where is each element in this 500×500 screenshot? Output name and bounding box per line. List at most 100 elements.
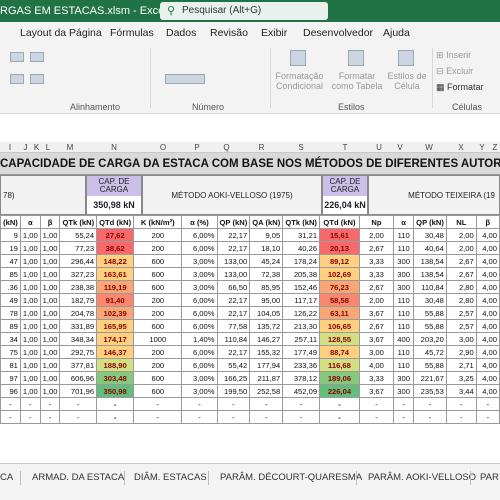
table-cell[interactable]: 95,00 [249,293,284,307]
table-cell[interactable]: 165,95 [96,319,135,333]
table-cell[interactable]: 110 [393,241,415,255]
table-cell[interactable]: - [249,410,284,424]
table-cell[interactable]: - [413,397,447,411]
table-cell[interactable]: 252,58 [249,384,284,398]
table-cell[interactable]: 89 [0,319,21,333]
table-cell[interactable]: - [393,397,415,411]
table-cell[interactable]: 331,89 [59,319,98,333]
table-cell[interactable]: 199,50 [216,384,251,398]
table-cell[interactable]: 1,40% [181,332,218,346]
table-cell[interactable]: 1,00 [39,280,61,294]
column-header[interactable]: S [280,143,322,152]
table-cell[interactable]: 200 [133,241,183,255]
table-cell[interactable]: 55,88 [413,358,447,372]
table-cell[interactable]: 1,00 [19,358,41,372]
tab-armad-estaca[interactable]: ARMAD. DA ESTACA [32,472,124,483]
table-cell[interactable]: 3,00% [181,254,218,268]
table-cell[interactable]: 303,48 [96,371,135,385]
table-cell[interactable]: 155,32 [249,345,284,359]
table-cell[interactable]: 4,00 [475,371,500,385]
table-cell[interactable]: 257,11 [282,332,321,346]
table-cell[interactable]: 22,17 [216,345,251,359]
column-header[interactable]: I [0,143,20,152]
table-cell[interactable]: - [358,410,395,424]
table-cell[interactable]: 1,00 [19,267,41,281]
table-cell[interactable]: 22,17 [216,306,251,320]
table-cell[interactable]: 40,26 [282,241,321,255]
table-cell[interactable]: - [0,397,21,411]
table-cell[interactable]: 1,00 [19,228,41,242]
table-cell[interactable]: - [319,410,360,424]
table-cell[interactable]: 138,54 [413,267,447,281]
column-header[interactable]: K [31,143,42,152]
table-cell[interactable]: 1,00 [19,371,41,385]
table-cell[interactable]: 600 [133,267,183,281]
table-cell[interactable]: 300 [393,267,415,281]
table-cell[interactable]: 2,00 [445,228,477,242]
table-cell[interactable]: 2,00 [358,228,395,242]
table-cell[interactable]: 110 [393,228,415,242]
table-cell[interactable]: 110,84 [413,280,447,294]
table-cell[interactable]: .36 [0,280,21,294]
table-cell[interactable]: - [133,397,183,411]
table-cell[interactable]: 77,58 [216,319,251,333]
table-cell[interactable]: - [59,410,98,424]
table-cell[interactable]: 1,00 [19,345,41,359]
table-cell[interactable]: 72,38 [249,267,284,281]
table-cell[interactable]: 1,00 [19,241,41,255]
table-cell[interactable]: 110 [393,345,415,359]
table-cell[interactable]: 85,95 [249,280,284,294]
menu-desenvolvedor[interactable]: Desenvolvedor [303,27,373,39]
table-cell[interactable]: 85 [0,267,21,281]
table-cell[interactable]: 2,71 [445,358,477,372]
table-cell[interactable]: 213,30 [282,319,321,333]
table-cell[interactable]: 49 [0,293,21,307]
table-cell[interactable]: 4,00 [475,384,500,398]
table-cell[interactable]: 102,39 [96,306,135,320]
table-cell[interactable]: 119,19 [96,280,135,294]
table-cell[interactable]: 188,90 [96,358,135,372]
table-cell[interactable]: 600 [133,280,183,294]
table-cell[interactable]: 4,00 [475,267,500,281]
tab-ca[interactable]: CA [0,472,13,483]
table-cell[interactable]: 6,00% [181,293,218,307]
table-cell[interactable]: 77,23 [59,241,98,255]
table-cell[interactable]: 3,33 [358,371,395,385]
table-cell[interactable]: 2,67 [358,280,395,294]
table-cell[interactable]: 3,25 [445,371,477,385]
menu-dados[interactable]: Dados [166,27,196,39]
insert-button[interactable]: ⊞ Inserir [436,50,471,61]
table-cell[interactable]: 2,90 [445,345,477,359]
table-cell[interactable]: - [216,410,251,424]
table-cell[interactable]: - [282,397,321,411]
table-cell[interactable]: 200 [133,345,183,359]
format-button[interactable]: ▦ Formatar [436,82,484,93]
table-cell[interactable]: 452,09 [282,384,321,398]
table-cell[interactable]: 22,17 [216,241,251,255]
table-cell[interactable]: 91,40 [96,293,135,307]
table-cell[interactable]: 97 [0,371,21,385]
table-cell[interactable]: - [59,397,98,411]
table-cell[interactable]: 4,00 [475,254,500,268]
column-header[interactable]: X [448,143,474,152]
table-cell[interactable]: 3,67 [358,384,395,398]
table-cell[interactable]: 3,00 [445,332,477,346]
align-icon[interactable] [10,74,24,84]
column-header[interactable]: N [86,143,142,152]
table-cell[interactable]: 327,23 [59,267,98,281]
table-cell[interactable]: - [475,410,500,424]
table-cell[interactable]: 233,36 [282,358,321,372]
table-cell[interactable]: 146,27 [249,332,284,346]
formula-bar-area[interactable] [0,114,500,142]
table-cell[interactable]: 22,17 [216,293,251,307]
table-cell[interactable]: - [475,397,500,411]
table-cell[interactable]: 4,00 [475,228,500,242]
table-cell[interactable]: 1,00 [39,384,61,398]
table-cell[interactable]: 182,79 [59,293,98,307]
table-cell[interactable]: 110 [393,319,415,333]
table-cell[interactable]: 117,17 [282,293,321,307]
search-box[interactable]: ⚲ Pesquisar (Alt+G) [160,2,328,20]
tab-par[interactable]: PAR [480,472,499,483]
table-cell[interactable]: - [249,397,284,411]
table-cell[interactable]: 3,44 [445,384,477,398]
